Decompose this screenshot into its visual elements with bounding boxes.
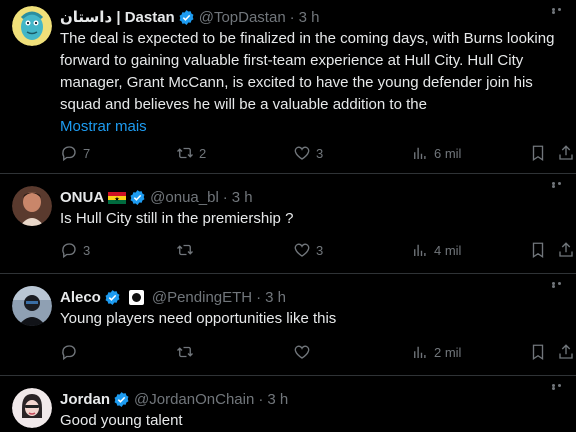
like-button[interactable]: 3: [293, 144, 323, 162]
user-handle[interactable]: @PendingETH: [152, 289, 252, 306]
verified-badge-icon: [113, 391, 130, 408]
views-button[interactable]: 4 mil: [411, 241, 461, 259]
tweet-text: Young players need opportunities like th…: [60, 310, 337, 327]
share-button[interactable]: [557, 144, 575, 162]
retweet-button[interactable]: 2: [176, 144, 206, 162]
bookmark-button[interactable]: [529, 144, 547, 162]
avatar[interactable]: [12, 286, 52, 326]
tweet-header: داستان | Dastan @TopDastan · 3 h: [60, 6, 566, 28]
retweet-button[interactable]: [176, 343, 199, 361]
user-handle[interactable]: @TopDastan: [199, 9, 286, 26]
reply-button[interactable]: [60, 343, 83, 361]
heart-icon: [294, 345, 310, 359]
view-count: 6 mil: [434, 145, 462, 161]
share-icon: [559, 145, 573, 160]
view-count: 4 mil: [434, 242, 462, 258]
tweet[interactable]: Jordan @JordanOnChain · 3 h Good young t…: [0, 376, 576, 432]
retweet-icon: [177, 244, 193, 256]
retweet-icon: [177, 346, 193, 358]
affiliation-badge-icon[interactable]: [128, 289, 144, 305]
tweet[interactable]: ONUA @onua_bl · 3 h Is Hull City still i…: [0, 174, 576, 274]
views-chart-icon: [414, 244, 426, 256]
verified-badge-icon: [129, 189, 146, 206]
tweet-header: Jordan @JordanOnChain · 3 h: [60, 388, 566, 410]
display-name[interactable]: ONUA: [60, 189, 104, 206]
timestamp[interactable]: 3 h: [299, 9, 320, 26]
tweet-actions: 3 3 4 mil: [60, 238, 576, 262]
reply-icon: [62, 345, 76, 361]
avatar[interactable]: [12, 186, 52, 226]
display-name[interactable]: Jordan: [60, 391, 110, 408]
reply-icon: [62, 146, 76, 162]
separator: ·: [222, 188, 228, 206]
views-button[interactable]: 6 mil: [411, 144, 461, 162]
views-chart-icon: [414, 346, 426, 358]
like-button[interactable]: [293, 343, 316, 361]
retweet-button[interactable]: [176, 241, 199, 259]
reply-count: 3: [83, 242, 91, 258]
like-button[interactable]: 3: [293, 241, 323, 259]
heart-icon: [294, 146, 310, 160]
user-handle[interactable]: @JordanOnChain: [134, 391, 254, 408]
retweet-count: 2: [199, 145, 207, 161]
reply-icon: [62, 243, 76, 259]
separator: ·: [256, 288, 262, 306]
reply-count: 7: [83, 145, 91, 161]
show-more-link[interactable]: Mostrar mais: [60, 116, 566, 138]
share-icon: [559, 344, 573, 359]
views-button[interactable]: 2 mil: [411, 343, 461, 361]
tweet-actions: 2 mil: [60, 340, 576, 364]
separator: ·: [289, 8, 295, 26]
like-count: 3: [316, 145, 324, 161]
tweet-header: ONUA @onua_bl · 3 h: [60, 186, 566, 208]
user-handle[interactable]: @onua_bl: [150, 189, 219, 206]
tweet[interactable]: Aleco @PendingETH · 3 h Young players ne…: [0, 274, 576, 376]
view-count: 2 mil: [434, 344, 462, 360]
tweet-header: Aleco @PendingETH · 3 h: [60, 286, 566, 308]
separator: ·: [258, 390, 264, 408]
tweet[interactable]: داستان | Dastan @TopDastan · 3 h The dea…: [0, 0, 576, 174]
tweet-text: The deal is expected to be finalized in …: [60, 30, 559, 113]
avatar[interactable]: [12, 388, 52, 428]
retweet-icon: [177, 147, 193, 159]
tweet-text: Good young talent: [60, 412, 183, 429]
verified-badge-icon: [104, 289, 121, 306]
tweet-text: Is Hull City still in the premiership ?: [60, 210, 294, 227]
bookmark-button[interactable]: [529, 343, 547, 361]
timestamp[interactable]: 3 h: [265, 289, 286, 306]
display-name[interactable]: داستان | Dastan: [60, 8, 175, 26]
reply-button[interactable]: 3: [60, 241, 90, 259]
reply-feed: داستان | Dastan @TopDastan · 3 h The dea…: [0, 0, 576, 432]
tweet-actions: 7 2 3 6 mil: [60, 141, 576, 165]
bookmark-button[interactable]: [529, 241, 547, 259]
views-chart-icon: [414, 147, 426, 159]
avatar[interactable]: [12, 6, 52, 46]
share-button[interactable]: [557, 343, 575, 361]
bookmark-icon: [532, 242, 544, 259]
display-name[interactable]: Aleco: [60, 289, 101, 306]
bookmark-icon: [532, 145, 544, 162]
timestamp[interactable]: 3 h: [232, 189, 253, 206]
like-count: 3: [316, 242, 324, 258]
share-button[interactable]: [557, 241, 575, 259]
timestamp[interactable]: 3 h: [267, 391, 288, 408]
verified-badge-icon: [178, 9, 195, 26]
bookmark-icon: [532, 344, 544, 361]
reply-button[interactable]: 7: [60, 144, 90, 162]
ghana-flag-icon: [108, 191, 127, 204]
heart-icon: [294, 243, 310, 257]
share-icon: [559, 242, 573, 257]
